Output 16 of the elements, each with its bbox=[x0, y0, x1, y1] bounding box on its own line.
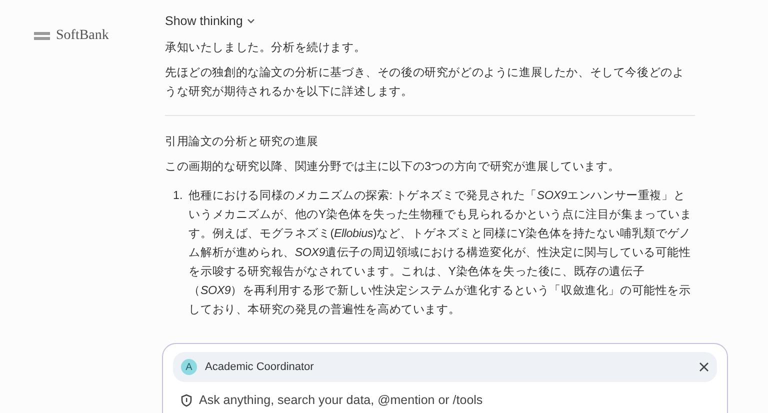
shield-icon bbox=[181, 394, 192, 406]
logo-text: SoftBank bbox=[56, 28, 109, 44]
close-icon bbox=[699, 362, 709, 372]
list-item-text: 他種における同様のメカニズムの探索: トゲネズミで発見された「SOX9エンハンサー重複」というメカニズムが、他のY染色体を失った生物種でも見られるかという点に注目が集まっています。例えば、モグラネズミ(Ellobius)など、トゲネズミと同様にY染色体を持たない哺乳類でゲノム解析が進められ、SOX9遺伝子の周辺領域における構造変化が、性決定に関与している可能性を示唆する研究報告がなされています。これは、Y染色体を失った後に、既存の遺伝子（SOX9）を再利用する形で新しい性決定システムが進化するという「収斂進化」の可能性を示しており、本研究の発見の普遍性を高めています。 bbox=[188, 188, 693, 318]
chat-input[interactable]: Ask anything, search your data, @mention or /tools bbox=[197, 392, 717, 408]
section-heading: 引用論文の分析と研究の進展 bbox=[165, 134, 320, 150]
close-button[interactable] bbox=[699, 362, 709, 372]
chevron-icon bbox=[246, 18, 255, 24]
paragraph: 承知いたしました。分析を続けます。 bbox=[165, 40, 367, 56]
agent-avatar: A bbox=[181, 359, 197, 375]
paragraph: 先ほどの独創的な論文の分析に基づき、その後の研究がどのように進展したか、そして今後どのような研究が期待されるかを以下に詳述します。 bbox=[165, 65, 686, 100]
list-number: 1. bbox=[173, 188, 183, 204]
agent-name: Academic Coordinator bbox=[205, 361, 315, 373]
logo-icon bbox=[34, 32, 50, 40]
show-thinking-toggle[interactable]: Show thinking bbox=[165, 14, 255, 28]
paragraph: この画期的な研究以降、関連分野では主に以下の3つの方向で研究が進展しています。 bbox=[165, 159, 621, 175]
